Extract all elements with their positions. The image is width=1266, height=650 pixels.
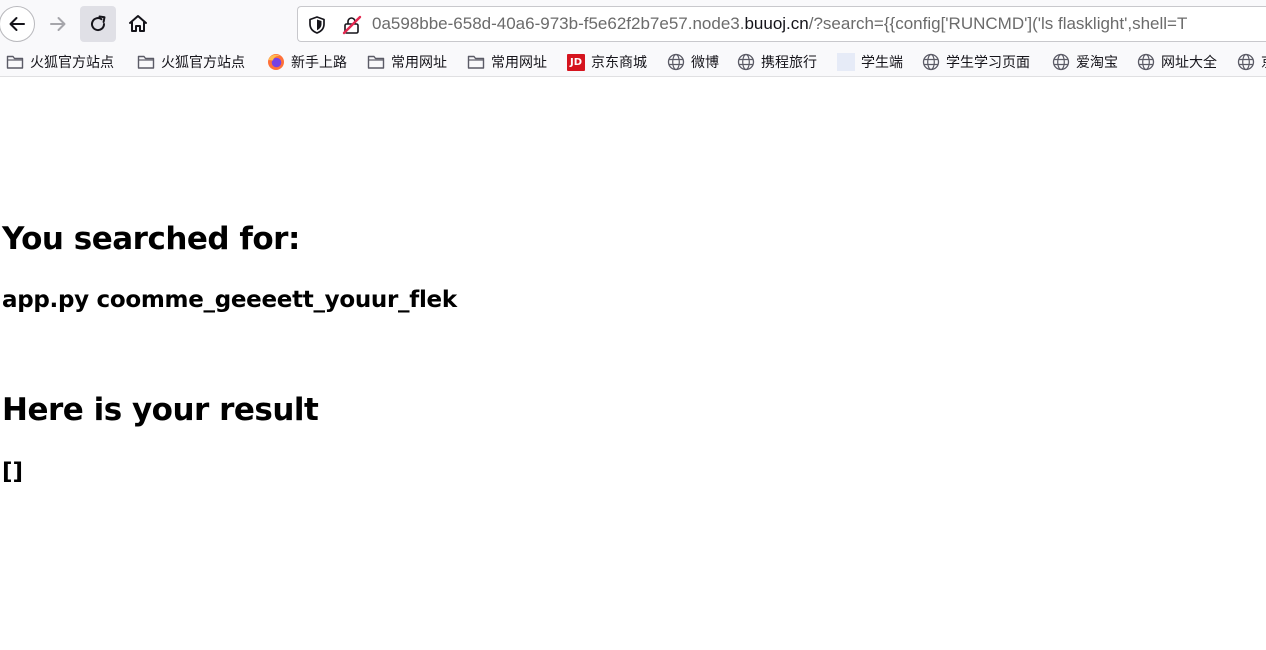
result-value: [] <box>2 459 24 485</box>
bookmark-label: 新手上路 <box>291 55 347 71</box>
url-suffix: /?search={{config['RUNCMD']('ls flasklig… <box>808 14 1188 33</box>
bookmark-label: 常用网址 <box>491 55 547 71</box>
bookmark-label: 网址大全 <box>1161 55 1217 71</box>
bookmark-item[interactable]: JD 京东商城 <box>567 51 647 73</box>
tracking-protection-shield-icon[interactable] <box>307 15 327 39</box>
bookmark-item[interactable]: 新手上路 <box>267 51 347 73</box>
bookmark-label: 微博 <box>691 55 719 71</box>
folder-icon <box>367 53 385 71</box>
bookmark-item[interactable]: 常用网址 <box>467 51 547 73</box>
folder-icon <box>137 53 155 71</box>
globe-icon <box>1237 53 1255 71</box>
bookmark-label: 京 <box>1261 52 1266 72</box>
globe-icon <box>922 53 940 71</box>
globe-icon <box>737 53 755 71</box>
bookmark-label: 学生学习页面 <box>946 55 1030 71</box>
arrow-right-icon <box>48 14 68 34</box>
bookmark-label: 火狐官方站点 <box>30 55 114 71</box>
jd-logo-icon: JD <box>567 53 585 71</box>
bookmark-label: 学生端 <box>861 55 903 71</box>
bookmark-item[interactable]: 爱淘宝 <box>1052 51 1118 73</box>
home-icon <box>127 13 149 35</box>
forward-button[interactable] <box>40 6 76 42</box>
bookmark-item[interactable]: 学生端 <box>837 51 903 73</box>
insecure-connection-icon[interactable] <box>342 15 362 39</box>
globe-icon <box>1137 53 1155 71</box>
url-prefix: 0a598bbe-658d-40a6-973b-f5e62f2b7e57.nod… <box>372 14 745 33</box>
page-content: You searched for: app.py coomme_geeeett_… <box>0 77 1266 650</box>
bookmarks-toolbar: 火狐官方站点 火狐官方站点 新手上路 常用网址 常用网址 JD 京东商城 微博 … <box>0 47 1266 77</box>
jd-logo-text: JD <box>567 53 585 71</box>
bookmark-label: 常用网址 <box>391 55 447 71</box>
bookmark-item[interactable]: 学生学习页面 <box>922 51 1030 73</box>
bookmark-item[interactable]: 京 <box>1237 51 1266 73</box>
bookmark-label: 火狐官方站点 <box>161 55 245 71</box>
home-button[interactable] <box>120 6 156 42</box>
folder-icon <box>6 53 24 71</box>
url-host: buuoj.cn <box>744 14 809 33</box>
browser-window: 0a598bbe-658d-40a6-973b-f5e62f2b7e57.nod… <box>0 0 1266 650</box>
bookmark-item[interactable]: 微博 <box>667 51 719 73</box>
blank-page-icon <box>837 53 855 71</box>
firefox-icon <box>267 53 285 71</box>
bookmark-item[interactable]: 常用网址 <box>367 51 447 73</box>
bookmark-label: 京东商城 <box>591 55 647 71</box>
searched-heading: You searched for: <box>2 221 300 257</box>
globe-icon <box>1052 53 1070 71</box>
search-query-text: app.py coomme_geeeett_youur_flek <box>2 287 457 313</box>
address-bar[interactable]: 0a598bbe-658d-40a6-973b-f5e62f2b7e57.nod… <box>297 6 1266 42</box>
navigation-toolbar: 0a598bbe-658d-40a6-973b-f5e62f2b7e57.nod… <box>0 0 1266 47</box>
bookmark-item[interactable]: 携程旅行 <box>737 51 817 73</box>
url-text[interactable]: 0a598bbe-658d-40a6-973b-f5e62f2b7e57.nod… <box>372 14 1187 34</box>
arrow-left-icon <box>7 14 27 34</box>
back-button[interactable] <box>0 6 35 42</box>
globe-icon <box>667 53 685 71</box>
result-heading: Here is your result <box>2 392 319 428</box>
reload-button[interactable] <box>80 6 116 42</box>
reload-icon <box>88 14 108 34</box>
bookmark-label: 携程旅行 <box>761 55 817 71</box>
folder-icon <box>467 53 485 71</box>
bookmark-item[interactable]: 网址大全 <box>1137 51 1217 73</box>
bookmark-item[interactable]: 火狐官方站点 <box>137 51 245 73</box>
bookmark-item[interactable]: 火狐官方站点 <box>6 51 114 73</box>
bookmark-label: 爱淘宝 <box>1076 55 1118 71</box>
